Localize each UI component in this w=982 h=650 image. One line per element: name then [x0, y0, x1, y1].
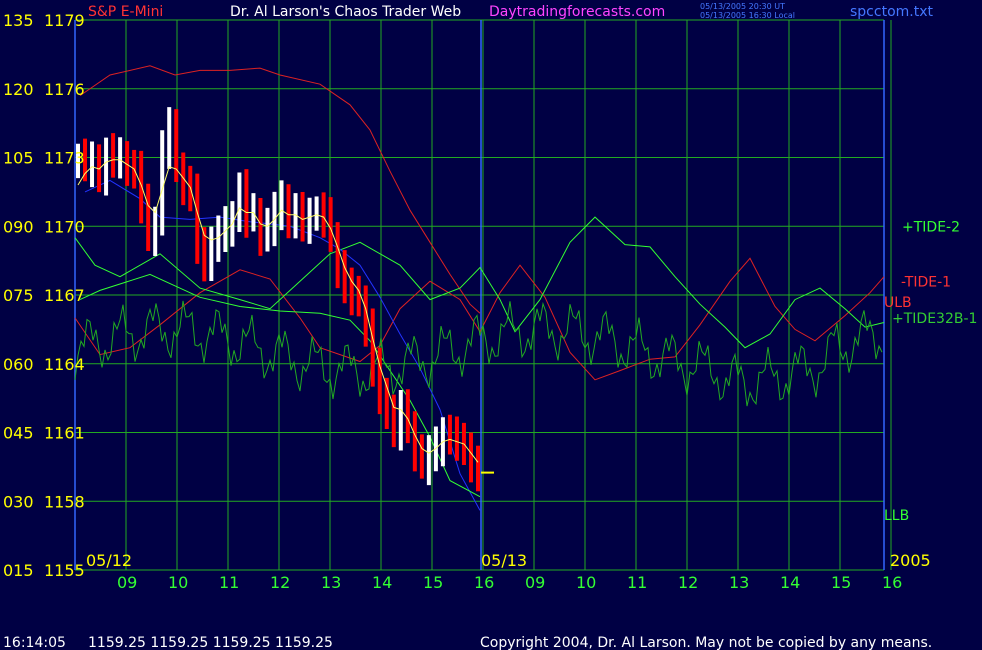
x-tick-label: 13 [729, 573, 749, 592]
chart-title-left: S&P E-Mini [88, 4, 163, 20]
x-tick-label: 14 [372, 573, 392, 592]
y-tick-label-price: 1176 [44, 80, 85, 99]
x-tick-label: 16 [882, 573, 902, 592]
y-tick-label-price: 1167 [44, 286, 85, 305]
series-label: -TIDE-1 [901, 274, 951, 290]
date-label-mid: 05/13 [481, 551, 527, 570]
price-chart: 135 1179 120 1176 105 1173 090 1170 075 1167 060 11… [3, 2, 977, 650]
x-tick-label: 12 [270, 573, 290, 592]
y-tick-label-price: 1170 [44, 217, 85, 236]
y-tick-label-left: 060 [3, 355, 34, 374]
tide32b-line [74, 300, 883, 407]
x-tick-label: 12 [678, 573, 698, 592]
series-label: LLB [884, 508, 909, 524]
y-tick-label-left: 090 [3, 217, 34, 236]
x-tick-label: 15 [831, 573, 851, 592]
footer-copyright: Copyright 2004, Dr. Al Larson. May not b… [480, 635, 932, 650]
y-tick-label-price: 1161 [44, 424, 85, 443]
series-labels: +TIDE-2 -TIDE-1 ULB+TIDE32B-1 LLB [884, 219, 977, 524]
x-tick-label: 11 [219, 573, 239, 592]
x-tick-label: 10 [576, 573, 596, 592]
y-tick-label-left: 135 [3, 11, 34, 30]
y-tick-label-price: 1179 [44, 11, 85, 30]
series-label: +TIDE-2 [902, 219, 960, 235]
year-label: 2005 [890, 551, 931, 570]
series-label: ULB [884, 295, 912, 311]
chart-timestamp-1: 05/13/2005 20:30 UT [700, 2, 785, 11]
y-axis-labels: 135 1179 120 1176 105 1173 090 1170 075 1167 060 11… [3, 11, 85, 580]
x-tick-label: 09 [525, 573, 545, 592]
chart-title-site: Daytradingforecasts.com [489, 4, 665, 20]
y-tick-label-left: 075 [3, 286, 34, 305]
footer-ohlc: 1159.25 1159.25 1159.25 1159.25 [88, 635, 333, 650]
y-tick-label-left: 045 [3, 424, 34, 443]
tide1-line [74, 257, 885, 381]
y-tick-label-price: 1173 [44, 149, 85, 168]
x-tick-label: 14 [780, 573, 800, 592]
y-tick-label-left: 120 [3, 80, 34, 99]
x-axis-labels: 09 10 11 12 13 14 15 16 09 10 11 12 13 14 15 16 [117, 573, 902, 592]
y-tick-label-price: 1158 [44, 492, 85, 511]
x-tick-label: 15 [423, 573, 443, 592]
footer-time: 16:14:05 [3, 635, 66, 650]
chart-window: 135 1179 120 1176 105 1173 090 1170 075 1167 060 11… [0, 0, 982, 650]
x-tick-label: 10 [168, 573, 188, 592]
series-layer [74, 65, 885, 511]
y-tick-label-price: 1164 [44, 355, 85, 374]
y-tick-label-left: 105 [3, 149, 34, 168]
x-tick-label: 11 [627, 573, 647, 592]
y-tick-label-left: 030 [3, 492, 34, 511]
chart-title-center: Dr. Al Larson's Chaos Trader Web [230, 4, 461, 20]
x-tick-label: 13 [321, 573, 341, 592]
date-label-left: 05/12 [86, 551, 132, 570]
x-tick-label: 16 [474, 573, 494, 592]
chart-timestamp-2: 05/13/2005 16:30 Local [700, 11, 795, 20]
x-tick-label: 09 [117, 573, 137, 592]
series-label: +TIDE32B-1 [892, 311, 977, 327]
chart-filename: spcctom.txt [850, 4, 933, 20]
y-tick-label-left: 015 [3, 561, 34, 580]
y-tick-label-price: 1155 [44, 561, 85, 580]
